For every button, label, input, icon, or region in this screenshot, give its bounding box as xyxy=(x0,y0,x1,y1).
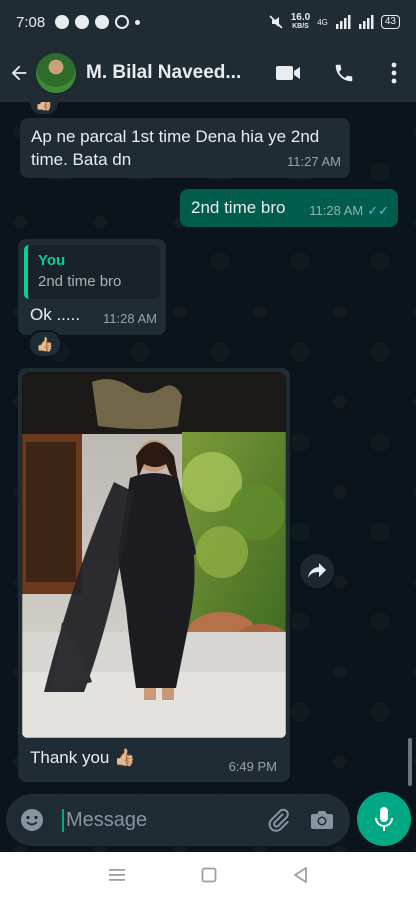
signal-icon xyxy=(335,15,351,29)
message-bubble-incoming[interactable]: Ap ne parcal 1st time Dena hia ye 2nd ti… xyxy=(20,118,350,178)
system-navigation-bar xyxy=(0,852,416,902)
square-icon xyxy=(201,867,217,882)
quote-author: You xyxy=(38,252,66,269)
status-time: 7:08 xyxy=(16,13,46,31)
quoted-message[interactable]: You 2nd time bro xyxy=(24,245,160,299)
read-ticks-icon: ✓✓ xyxy=(367,203,389,218)
net-speed-unit: KB/S xyxy=(292,23,309,30)
forward-icon xyxy=(308,563,326,578)
notification-dot-icon xyxy=(135,19,141,25)
mic-button[interactable] xyxy=(357,792,411,846)
message-input-container xyxy=(6,794,350,846)
messenger-icon xyxy=(55,15,70,29)
network-speed: 16.0 KB/S xyxy=(291,13,310,31)
triangle-back-icon xyxy=(294,866,308,883)
thumbs-up-icon: 👍🏼 xyxy=(36,335,54,352)
signal-icon xyxy=(358,15,374,29)
scrollbar[interactable] xyxy=(408,738,412,786)
recents-button[interactable] xyxy=(108,868,126,887)
home-button[interactable] xyxy=(201,867,217,888)
camera-button[interactable] xyxy=(300,798,344,842)
chat-header: M. Bilal Naveed... xyxy=(0,44,416,102)
menu-lines-icon xyxy=(108,868,125,881)
video-call-button[interactable] xyxy=(260,49,316,97)
message-time: 6:49 PM xyxy=(228,759,277,774)
menu-button[interactable] xyxy=(372,49,416,97)
message-time-label: 11:28 AM xyxy=(309,203,364,218)
arrow-left-icon xyxy=(11,65,27,81)
message-text: Ok ..... xyxy=(30,305,81,324)
composer xyxy=(0,792,416,850)
reaction-badge[interactable]: 👍🏼 xyxy=(28,330,62,358)
chat-area[interactable]: 👍🏼 Ap ne parcal 1st time Dena hia ye 2nd… xyxy=(0,102,416,852)
paperclip-icon xyxy=(268,808,289,832)
opera-icon xyxy=(115,15,130,29)
camera-icon xyxy=(311,811,333,829)
phone-icon xyxy=(335,64,353,82)
message-text: 2nd time bro xyxy=(191,198,286,217)
reaction-badge[interactable]: 👍🏼 xyxy=(28,102,60,116)
message-time: 11:28 AM xyxy=(103,311,157,326)
forward-button[interactable] xyxy=(300,554,334,588)
mic-icon xyxy=(375,807,393,831)
facebook-icon xyxy=(95,15,110,29)
more-vert-icon xyxy=(391,62,397,84)
quote-text: 2nd time bro xyxy=(38,273,122,290)
emoji-icon xyxy=(21,809,43,831)
facebook-icon xyxy=(75,15,90,29)
message-bubble-outgoing[interactable]: 2nd time bro 11:28 AM ✓✓ xyxy=(180,189,398,227)
status-bar: 7:08 16.0 KB/S 4G 43 xyxy=(0,0,416,44)
voice-call-button[interactable] xyxy=(316,49,372,97)
message-bubble-incoming[interactable]: You 2nd time bro Ok ..... 11:28 AM xyxy=(18,239,166,335)
message-input[interactable] xyxy=(62,808,252,832)
avatar[interactable] xyxy=(36,53,76,93)
mute-icon xyxy=(269,15,283,29)
message-time: 11:28 AM ✓✓ xyxy=(309,199,389,222)
contact-name[interactable]: M. Bilal Naveed... xyxy=(86,62,258,84)
attach-button[interactable] xyxy=(256,798,300,842)
image-message-bubble[interactable]: Thank you 👍🏼 6:49 PM xyxy=(18,368,290,782)
battery-indicator: 43 xyxy=(380,15,400,29)
net-speed-value: 16.0 xyxy=(290,12,311,23)
back-button[interactable] xyxy=(2,62,36,84)
emoji-button[interactable] xyxy=(10,798,54,842)
video-camera-icon xyxy=(276,66,300,80)
message-photo[interactable] xyxy=(22,372,286,738)
thumbs-up-icon: 👍🏼 xyxy=(35,102,53,111)
nav-back-button[interactable] xyxy=(292,866,308,889)
photo-image xyxy=(22,372,286,738)
network-type: 4G xyxy=(317,17,328,27)
image-caption: Thank you 👍🏼 xyxy=(30,748,136,767)
message-time: 11:27 AM xyxy=(287,154,341,169)
